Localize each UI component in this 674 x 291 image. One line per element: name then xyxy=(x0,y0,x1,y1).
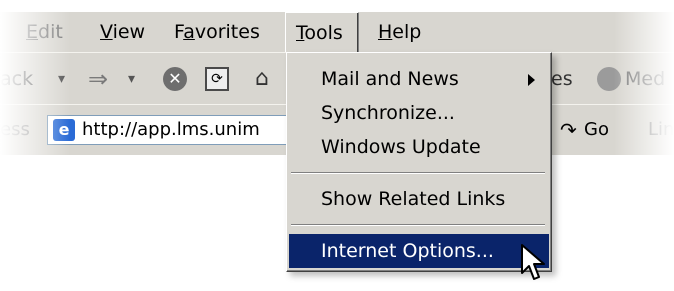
stop-icon[interactable]: ✕ xyxy=(163,67,187,91)
go-arrow-icon[interactable]: ↷ xyxy=(560,105,577,155)
menu-edit[interactable]: Edit xyxy=(18,12,71,52)
menu-favorites-label: vorites xyxy=(194,21,260,43)
address-label: ess xyxy=(0,119,30,140)
media-button-label[interactable]: Med xyxy=(625,53,665,105)
home-icon[interactable]: ⌂ xyxy=(255,67,279,91)
menu-item-label: Mail and News xyxy=(321,68,459,90)
menu-item-label: Synchronize... xyxy=(321,102,455,124)
menu-bar: Edit View Favorites Tools Help xyxy=(0,12,674,53)
menu-item-show-related-links[interactable]: Show Related Links xyxy=(289,182,549,216)
menu-item-windows-update[interactable]: Windows Update xyxy=(289,130,549,164)
links-label[interactable]: Lin xyxy=(648,105,674,155)
submenu-arrow-icon xyxy=(528,74,535,86)
favorites-button-label[interactable]: es xyxy=(551,53,573,105)
menu-separator xyxy=(291,172,545,174)
menu-item-label: Show Related Links xyxy=(321,188,506,210)
menu-favorites-prefix: F xyxy=(174,21,184,43)
menu-view-label: iew xyxy=(112,21,146,43)
menu-edit-mnemonic: E xyxy=(26,21,39,43)
menu-separator xyxy=(291,224,545,226)
back-dropdown-caret-icon[interactable]: ▾ xyxy=(58,53,65,105)
menu-item-mail-and-news[interactable]: Mail and News xyxy=(289,62,549,96)
refresh-icon[interactable]: ⟳ xyxy=(205,67,229,91)
menu-item-label: Windows Update xyxy=(321,136,481,158)
back-button[interactable]: ack xyxy=(0,53,33,105)
menu-help-label: elp xyxy=(392,21,422,43)
menu-help[interactable]: Help xyxy=(370,12,429,52)
menu-view[interactable]: View xyxy=(92,12,153,52)
menu-tools[interactable]: Tools xyxy=(285,12,359,53)
menu-help-mnemonic: H xyxy=(378,21,393,43)
forward-arrow-icon[interactable]: ⇒ xyxy=(88,53,108,105)
ie-page-icon: e xyxy=(53,119,75,141)
menu-item-synchronize[interactable]: Synchronize... xyxy=(289,96,549,130)
mouse-pointer-icon xyxy=(521,244,545,280)
address-url: http://app.lms.unim xyxy=(82,119,260,140)
ie-window-fragment: Edit View Favorites Tools Help ack ▾ ⇒ ▾… xyxy=(0,0,674,291)
forward-dropdown-caret-icon[interactable]: ▾ xyxy=(128,53,135,105)
menu-view-mnemonic: V xyxy=(100,21,113,43)
back-button-label: ack xyxy=(0,68,34,90)
menu-edit-label: dit xyxy=(38,21,63,43)
go-button-label[interactable]: Go xyxy=(584,105,609,155)
menu-item-label: Internet Options... xyxy=(321,240,494,262)
menu-favorites-mnemonic: a xyxy=(183,21,195,43)
tools-menu: Mail and News Synchronize... Windows Upd… xyxy=(286,52,552,272)
menu-favorites[interactable]: Favorites xyxy=(166,12,268,52)
media-icon[interactable] xyxy=(597,67,621,91)
menu-item-internet-options[interactable]: Internet Options... xyxy=(289,234,549,268)
menu-tools-label: ools xyxy=(304,22,343,44)
